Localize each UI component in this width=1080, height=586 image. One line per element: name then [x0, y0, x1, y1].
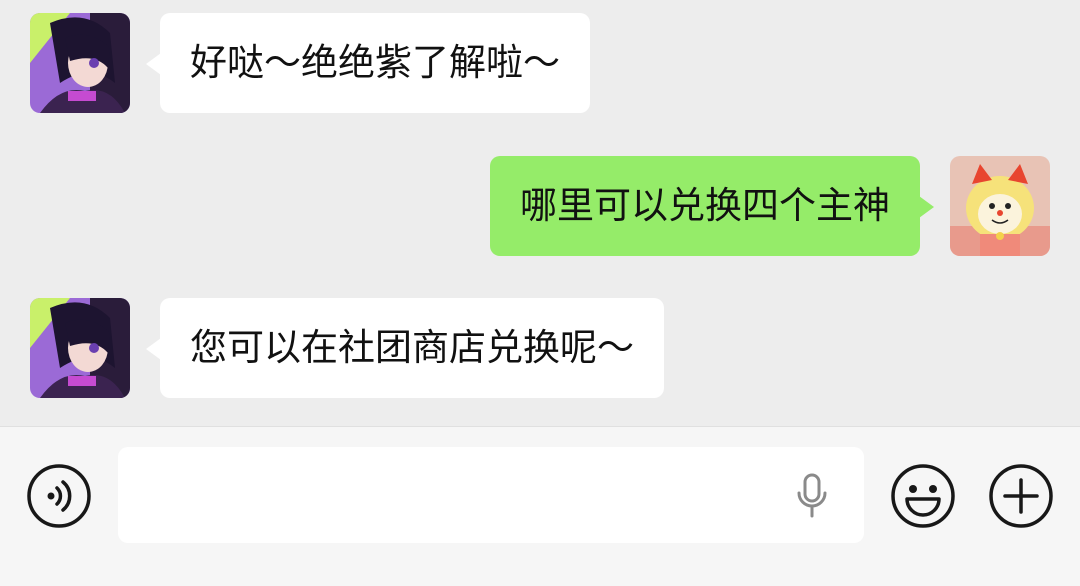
- message-bubble-incoming[interactable]: 您可以在社团商店兑换呢～: [146, 298, 664, 398]
- message-input[interactable]: [118, 447, 864, 543]
- contact-avatar[interactable]: [30, 298, 130, 398]
- emoji-icon[interactable]: [890, 463, 956, 533]
- message-text: 好哒～绝绝紫了解啦～: [190, 41, 560, 84]
- message-text: 哪里可以兑换四个主神: [520, 184, 890, 227]
- voice-mode-icon[interactable]: [26, 463, 92, 533]
- user-avatar[interactable]: [950, 156, 1050, 256]
- chat-area: 好哒～绝绝紫了解啦～ 哪里可以兑换四个主神 您可以在社团商店兑换呢～: [0, 0, 1080, 426]
- message-bubble-incoming[interactable]: 好哒～绝绝紫了解啦～: [146, 13, 590, 113]
- message-bubble-outgoing[interactable]: 哪里可以兑换四个主神: [490, 156, 934, 256]
- microphone-icon[interactable]: [796, 473, 828, 523]
- contact-avatar[interactable]: [30, 13, 130, 113]
- input-bar: [0, 426, 1080, 586]
- message-text: 您可以在社团商店兑换呢～: [190, 326, 634, 369]
- plus-icon[interactable]: [988, 463, 1054, 533]
